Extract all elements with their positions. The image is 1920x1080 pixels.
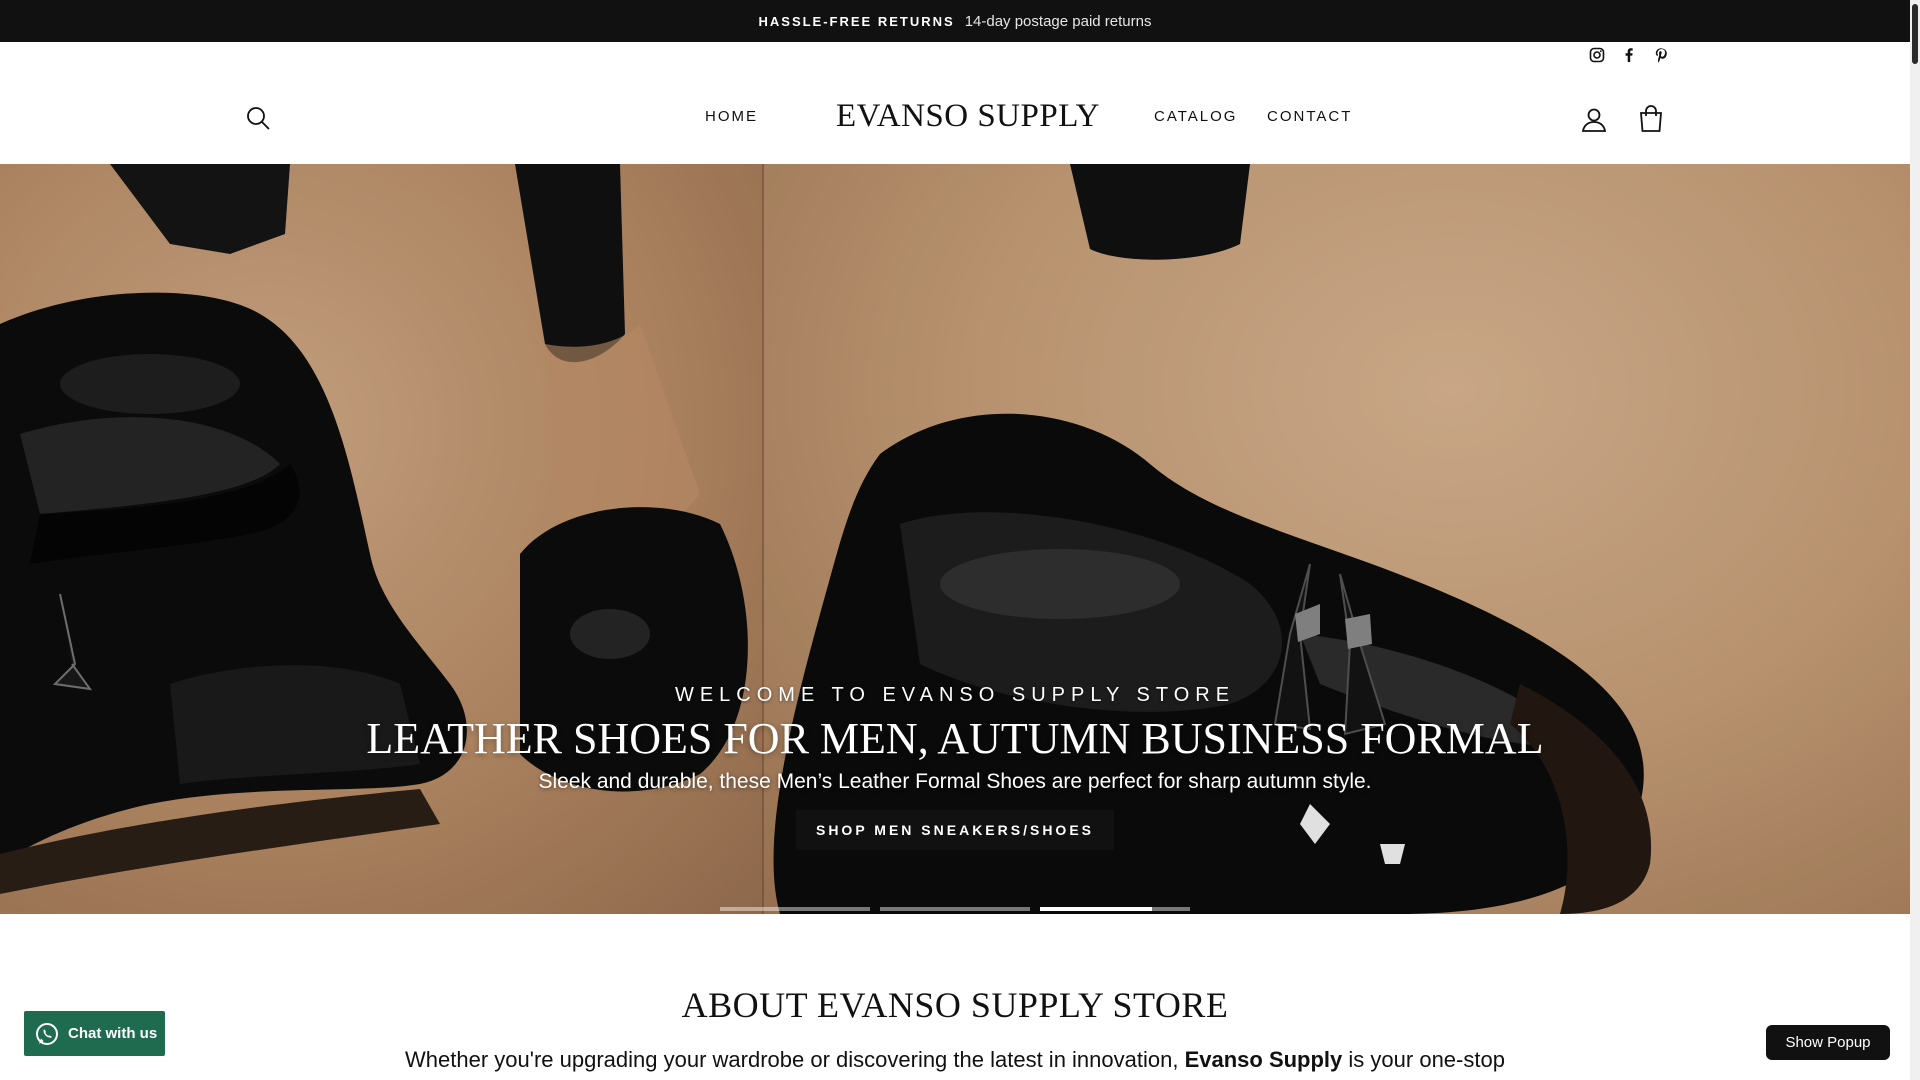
nav-contact[interactable]: CONTACT xyxy=(1267,108,1352,125)
announcement-bar: HASSLE-FREE RETURNS 14-day postage paid … xyxy=(0,0,1910,42)
slide-dot-3[interactable] xyxy=(1040,907,1190,911)
slide-dot-1[interactable] xyxy=(720,907,870,911)
search-icon[interactable] xyxy=(244,104,272,132)
account-icon[interactable] xyxy=(1580,106,1608,134)
about-title: ABOUT EVANSO SUPPLY STORE xyxy=(681,985,1229,1025)
cart-icon[interactable] xyxy=(1636,104,1666,134)
about-text-lead: Whether you're upgrading your wardrobe o… xyxy=(405,1047,1179,1072)
about-text-brand: Evanso Supply xyxy=(1184,1047,1343,1072)
hero-kicker: WELCOME TO EVANSO SUPPLY STORE xyxy=(674,684,1236,706)
scrollbar-thumb[interactable] xyxy=(1912,4,1918,64)
hero-subtitle: Sleek and durable, these Men’s Leather F… xyxy=(538,770,1372,793)
facebook-icon[interactable] xyxy=(1620,46,1638,64)
whatsapp-icon xyxy=(36,1022,58,1045)
chat-label: Chat with us xyxy=(68,1025,158,1042)
instagram-icon[interactable] xyxy=(1588,46,1606,64)
social-links xyxy=(1588,46,1670,64)
slide-dot-2[interactable] xyxy=(880,907,1030,911)
hero-title: LEATHER SHOES FOR MEN, AUTUMN BUSINESS F… xyxy=(366,714,1544,763)
announcement-strong: HASSLE-FREE RETURNS xyxy=(758,13,955,29)
site-logo[interactable]: EVANSO SUPPLY xyxy=(836,98,1100,135)
nav-catalog[interactable]: CATALOG xyxy=(1154,108,1237,125)
pinterest-icon[interactable] xyxy=(1652,46,1670,64)
site-header: HOME EVANSO SUPPLY CATALOG CONTACT xyxy=(0,72,1910,164)
slideshow-pagination xyxy=(720,907,1190,911)
nav-home[interactable]: HOME xyxy=(705,108,758,125)
hero-slideshow[interactable]: WELCOME TO EVANSO SUPPLY STORE LEATHER S… xyxy=(0,164,1910,914)
announcement-text: 14-day postage paid returns xyxy=(964,12,1152,30)
page-scrollbar[interactable] xyxy=(1910,0,1920,1080)
show-popup-button[interactable]: Show Popup xyxy=(1766,1025,1890,1060)
about-text-tail: is your one-stop xyxy=(1348,1047,1505,1072)
chat-with-us-button[interactable]: Chat with us xyxy=(24,1011,165,1056)
hero-caption: WELCOME TO EVANSO SUPPLY STORE LEATHER S… xyxy=(0,684,1910,850)
shop-men-shoes-button[interactable]: SHOP MEN SNEAKERS/SHOES xyxy=(795,810,1114,850)
about-text: Whether you're upgrading your wardrobe o… xyxy=(0,1047,1910,1073)
